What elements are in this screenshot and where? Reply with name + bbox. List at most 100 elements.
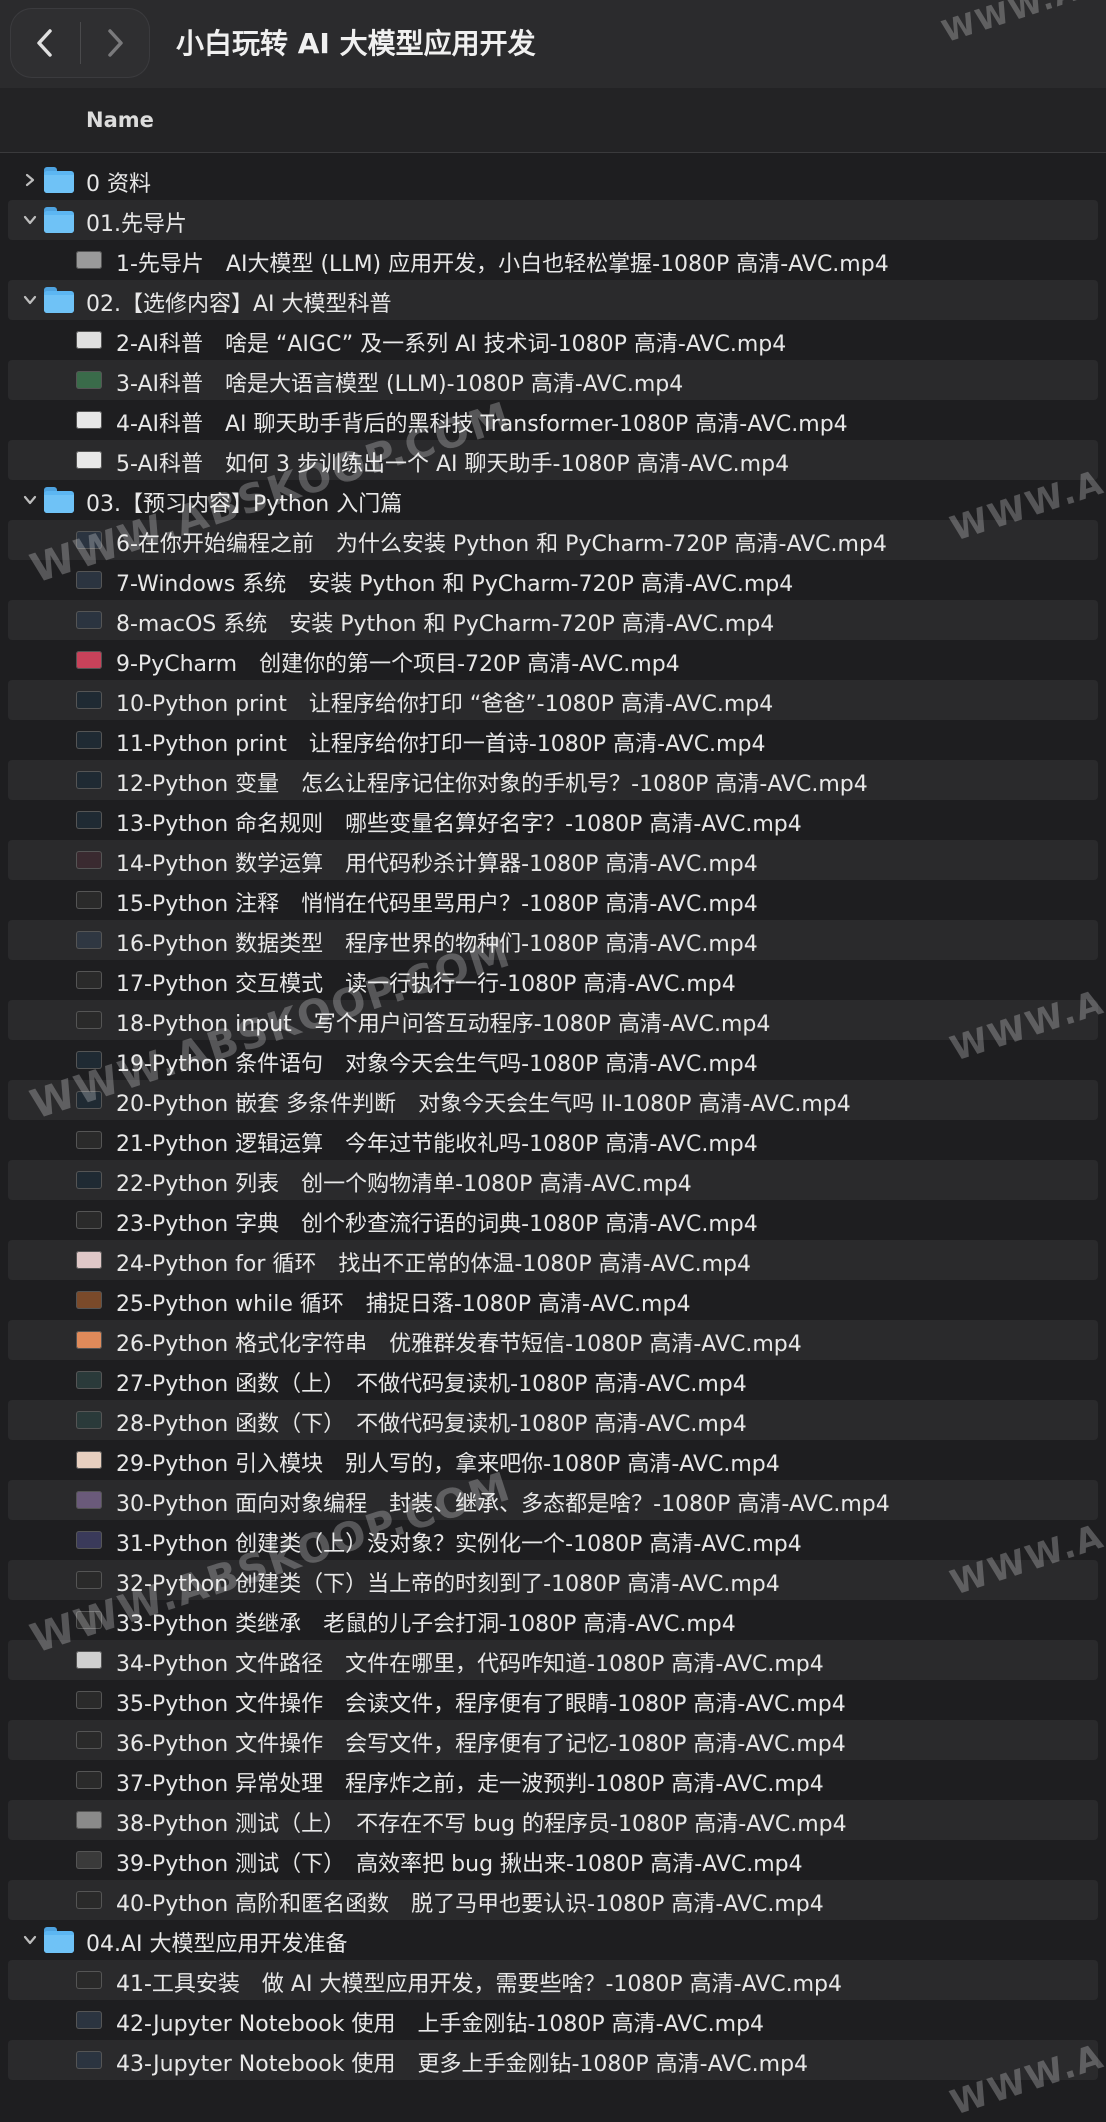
folder-row[interactable]: 02.【选修内容】AI 大模型科普 xyxy=(8,280,1098,320)
folder-name: 0 资料 xyxy=(86,172,151,197)
file-row[interactable]: 8-macOS 系统 安装 Python 和 PyCharm-720P 高清-A… xyxy=(8,600,1098,640)
file-row[interactable]: 2-AI科普 啥是 “AIGC” 及一系列 AI 技术词-1080P 高清-AV… xyxy=(8,320,1098,360)
file-name: 43-Jupyter Notebook 使用 更多上手金刚钻-1080P 高清-… xyxy=(116,2052,809,2077)
file-row[interactable]: 11-Python print 让程序给你打印一首诗-1080P 高清-AVC.… xyxy=(8,720,1098,760)
forward-button[interactable] xyxy=(80,8,150,78)
file-name: 35-Python 文件操作 会读文件，程序便有了眼睛-1080P 高清-AVC… xyxy=(116,1692,846,1717)
file-row[interactable]: 34-Python 文件路径 文件在哪里，代码咋知道-1080P 高清-AVC.… xyxy=(8,1640,1098,1680)
folder-row[interactable]: 01.先导片 xyxy=(8,200,1098,240)
video-thumbnail-icon xyxy=(76,571,102,589)
video-thumbnail-icon xyxy=(76,1851,102,1869)
video-thumbnail-icon xyxy=(76,1211,102,1229)
chevron-left-icon xyxy=(37,29,52,57)
file-name: 25-Python while 循环 捕捉日落-1080P 高清-AVC.mp4 xyxy=(116,1292,691,1317)
chevron-down-icon[interactable] xyxy=(22,492,38,508)
file-row[interactable]: 20-Python 嵌套 多条件判断 对象今天会生气吗 II-1080P 高清-… xyxy=(8,1080,1098,1120)
back-button[interactable] xyxy=(10,8,80,78)
video-thumbnail-icon xyxy=(76,1771,102,1789)
file-row[interactable]: 24-Python for 循环 找出不正常的体温-1080P 高清-AVC.m… xyxy=(8,1240,1098,1280)
file-name: 18-Python input 写个用户问答互动程序-1080P 高清-AVC.… xyxy=(116,1012,771,1037)
video-thumbnail-icon xyxy=(76,451,102,469)
file-row[interactable]: 22-Python 列表 创一个购物清单-1080P 高清-AVC.mp4 xyxy=(8,1160,1098,1200)
file-row[interactable]: 16-Python 数据类型 程序世界的物种们-1080P 高清-AVC.mp4 xyxy=(8,920,1098,960)
file-row[interactable]: 33-Python 类继承 老鼠的儿子会打洞-1080P 高清-AVC.mp4 xyxy=(8,1600,1098,1640)
file-name: 12-Python 变量 怎么让程序记住你对象的手机号？-1080P 高清-AV… xyxy=(116,772,868,797)
file-row[interactable]: 7-Windows 系统 安装 Python 和 PyCharm-720P 高清… xyxy=(8,560,1098,600)
file-row[interactable]: 35-Python 文件操作 会读文件，程序便有了眼睛-1080P 高清-AVC… xyxy=(8,1680,1098,1720)
video-thumbnail-icon xyxy=(76,1011,102,1029)
file-row[interactable]: 15-Python 注释 悄悄在代码里骂用户？-1080P 高清-AVC.mp4 xyxy=(8,880,1098,920)
file-row[interactable]: 43-Jupyter Notebook 使用 更多上手金刚钻-1080P 高清-… xyxy=(8,2040,1098,2080)
file-row[interactable]: 9-PyCharm 创建你的第一个项目-720P 高清-AVC.mp4 xyxy=(8,640,1098,680)
video-thumbnail-icon xyxy=(76,1371,102,1389)
file-name: 24-Python for 循环 找出不正常的体温-1080P 高清-AVC.m… xyxy=(116,1252,751,1277)
chevron-down-icon[interactable] xyxy=(22,292,38,308)
file-row[interactable]: 17-Python 交互模式 读一行执行一行-1080P 高清-AVC.mp4 xyxy=(8,960,1098,1000)
file-row[interactable]: 26-Python 格式化字符串 优雅群发春节短信-1080P 高清-AVC.m… xyxy=(8,1320,1098,1360)
video-thumbnail-icon xyxy=(76,1731,102,1749)
folder-icon xyxy=(44,1927,74,1953)
file-row[interactable]: 23-Python 字典 创个秒查流行语的词典-1080P 高清-AVC.mp4 xyxy=(8,1200,1098,1240)
file-name: 41-工具安装 做 AI 大模型应用开发，需要些啥？-1080P 高清-AVC.… xyxy=(116,1972,843,1997)
file-row[interactable]: 36-Python 文件操作 会写文件，程序便有了记忆-1080P 高清-AVC… xyxy=(8,1720,1098,1760)
file-row[interactable]: 29-Python 引入模块 别人写的，拿来吧你-1080P 高清-AVC.mp… xyxy=(8,1440,1098,1480)
folder-name: 03.【预习内容】Python 入门篇 xyxy=(86,492,403,517)
file-row[interactable]: 30-Python 面向对象编程 封装、继承、多态都是啥？-1080P 高清-A… xyxy=(8,1480,1098,1520)
file-row[interactable]: 13-Python 命名规则 哪些变量名算好名字？-1080P 高清-AVC.m… xyxy=(8,800,1098,840)
file-name: 21-Python 逻辑运算 今年过节能收礼吗-1080P 高清-AVC.mp4 xyxy=(116,1132,758,1157)
file-row[interactable]: 37-Python 异常处理 程序炸之前，走一波预判-1080P 高清-AVC.… xyxy=(8,1760,1098,1800)
file-row[interactable]: 31-Python 创建类（上）没对象？实例化一个-1080P 高清-AVC.m… xyxy=(8,1520,1098,1560)
video-thumbnail-icon xyxy=(76,1171,102,1189)
video-thumbnail-icon xyxy=(76,411,102,429)
file-row[interactable]: 39-Python 测试（下） 高效率把 bug 揪出来-1080P 高清-AV… xyxy=(8,1840,1098,1880)
file-name: 3-AI科普 啥是大语言模型 (LLM)-1080P 高清-AVC.mp4 xyxy=(116,372,684,397)
video-thumbnail-icon xyxy=(76,611,102,629)
file-row[interactable]: 40-Python 高阶和匿名函数 脱了马甲也要认识-1080P 高清-AVC.… xyxy=(8,1880,1098,1920)
file-row[interactable]: 32-Python 创建类（下）当上帝的时刻到了-1080P 高清-AVC.mp… xyxy=(8,1560,1098,1600)
folder-icon xyxy=(44,287,74,313)
file-name: 31-Python 创建类（上）没对象？实例化一个-1080P 高清-AVC.m… xyxy=(116,1532,802,1557)
file-row[interactable]: 25-Python while 循环 捕捉日落-1080P 高清-AVC.mp4 xyxy=(8,1280,1098,1320)
video-thumbnail-icon xyxy=(76,1651,102,1669)
video-thumbnail-icon xyxy=(76,891,102,909)
file-row[interactable]: 38-Python 测试（上） 不存在不写 bug 的程序员-1080P 高清-… xyxy=(8,1800,1098,1840)
chevron-right-icon[interactable] xyxy=(22,172,38,188)
file-row[interactable]: 1-先导片 AI大模型 (LLM) 应用开发，小白也轻松掌握-1080P 高清-… xyxy=(8,240,1098,280)
video-thumbnail-icon xyxy=(76,2011,102,2029)
file-row[interactable]: 12-Python 变量 怎么让程序记住你对象的手机号？-1080P 高清-AV… xyxy=(8,760,1098,800)
video-thumbnail-icon xyxy=(76,1811,102,1829)
file-row[interactable]: 18-Python input 写个用户问答互动程序-1080P 高清-AVC.… xyxy=(8,1000,1098,1040)
file-row[interactable]: 6-在你开始编程之前 为什么安装 Python 和 PyCharm-720P 高… xyxy=(8,520,1098,560)
file-row[interactable]: 3-AI科普 啥是大语言模型 (LLM)-1080P 高清-AVC.mp4 xyxy=(8,360,1098,400)
video-thumbnail-icon xyxy=(76,1491,102,1509)
file-row[interactable]: 27-Python 函数（上） 不做代码复读机-1080P 高清-AVC.mp4 xyxy=(8,1360,1098,1400)
file-name: 29-Python 引入模块 别人写的，拿来吧你-1080P 高清-AVC.mp… xyxy=(116,1452,780,1477)
file-name: 1-先导片 AI大模型 (LLM) 应用开发，小白也轻松掌握-1080P 高清-… xyxy=(116,252,889,277)
folder-icon xyxy=(44,207,74,233)
file-row[interactable]: 10-Python print 让程序给你打印 “爸爸”-1080P 高清-AV… xyxy=(8,680,1098,720)
file-name: 36-Python 文件操作 会写文件，程序便有了记忆-1080P 高清-AVC… xyxy=(116,1732,846,1757)
chevron-down-icon[interactable] xyxy=(22,212,38,228)
file-row[interactable]: 41-工具安装 做 AI 大模型应用开发，需要些啥？-1080P 高清-AVC.… xyxy=(8,1960,1098,2000)
file-name: 37-Python 异常处理 程序炸之前，走一波预判-1080P 高清-AVC.… xyxy=(116,1772,824,1797)
folder-row[interactable]: 0 资料 xyxy=(8,160,1098,200)
file-name: 28-Python 函数（下） 不做代码复读机-1080P 高清-AVC.mp4 xyxy=(116,1412,747,1437)
folder-row[interactable]: 04.AI 大模型应用开发准备 xyxy=(8,1920,1098,1960)
folder-row[interactable]: 03.【预习内容】Python 入门篇 xyxy=(8,480,1098,520)
file-row[interactable]: 4-AI科普 AI 聊天助手背后的黑科技 Transformer-1080P 高… xyxy=(8,400,1098,440)
file-row[interactable]: 19-Python 条件语句 对象今天会生气吗-1080P 高清-AVC.mp4 xyxy=(8,1040,1098,1080)
file-name: 33-Python 类继承 老鼠的儿子会打洞-1080P 高清-AVC.mp4 xyxy=(116,1612,736,1637)
file-row[interactable]: 5-AI科普 如何 3 步训练出一个 AI 聊天助手-1080P 高清-AVC.… xyxy=(8,440,1098,480)
video-thumbnail-icon xyxy=(76,1411,102,1429)
file-row[interactable]: 14-Python 数学运算 用代码秒杀计算器-1080P 高清-AVC.mp4 xyxy=(8,840,1098,880)
video-thumbnail-icon xyxy=(76,1051,102,1069)
file-row[interactable]: 28-Python 函数（下） 不做代码复读机-1080P 高清-AVC.mp4 xyxy=(8,1400,1098,1440)
chevron-down-icon[interactable] xyxy=(22,1932,38,1948)
file-row[interactable]: 42-Jupyter Notebook 使用 上手金刚钻-1080P 高清-AV… xyxy=(8,2000,1098,2040)
file-name: 10-Python print 让程序给你打印 “爸爸”-1080P 高清-AV… xyxy=(116,692,774,717)
column-header-name[interactable]: Name xyxy=(86,108,154,132)
file-row[interactable]: 21-Python 逻辑运算 今年过节能收礼吗-1080P 高清-AVC.mp4 xyxy=(8,1120,1098,1160)
video-thumbnail-icon xyxy=(76,771,102,789)
file-name: 23-Python 字典 创个秒查流行语的词典-1080P 高清-AVC.mp4 xyxy=(116,1212,758,1237)
video-thumbnail-icon xyxy=(76,1291,102,1309)
